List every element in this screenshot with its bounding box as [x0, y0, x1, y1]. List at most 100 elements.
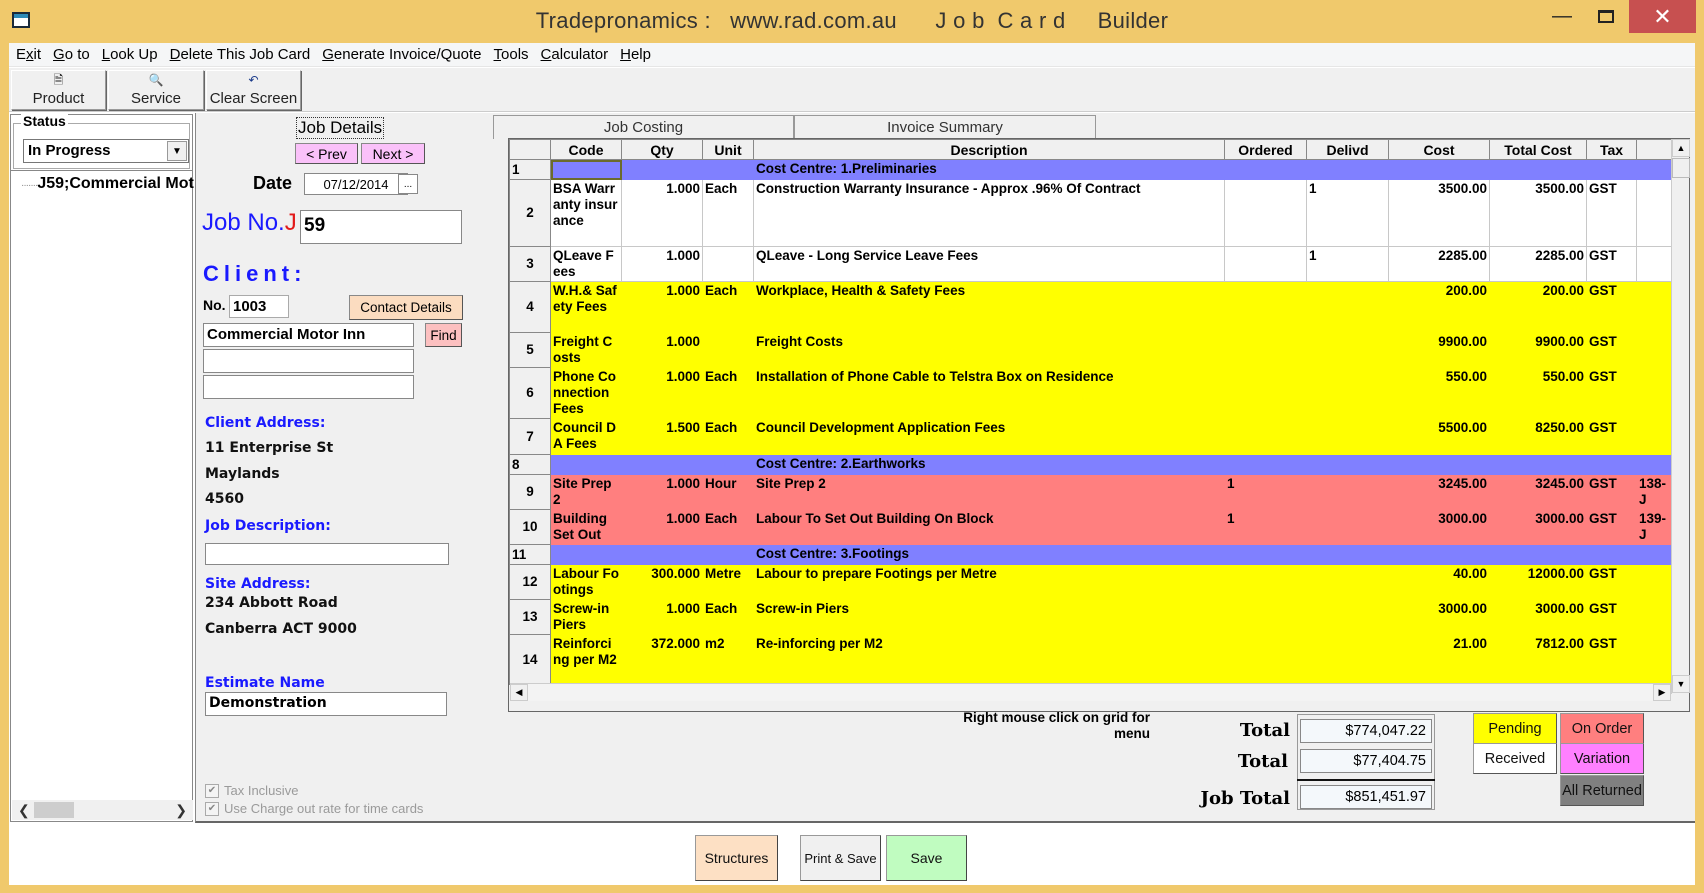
unit-cell[interactable] — [702, 246, 754, 282]
delivd-cell[interactable] — [1306, 634, 1389, 685]
row-number[interactable]: 4 — [509, 281, 551, 333]
qty-cell[interactable]: 1.000 — [621, 332, 703, 368]
client-line3-field[interactable] — [203, 375, 414, 399]
total-cost-cell[interactable]: 200.00 — [1489, 281, 1587, 333]
column-header-description[interactable]: Description — [753, 139, 1225, 160]
column-header-ordered[interactable]: Ordered — [1224, 139, 1307, 160]
ordered-cell[interactable] — [1224, 634, 1307, 685]
close-button[interactable]: ✕ — [1629, 0, 1696, 33]
tax-cell[interactable]: GST — [1586, 418, 1637, 455]
ordered-cell[interactable] — [1224, 599, 1307, 635]
cost-centre-label[interactable]: Cost Centre: 3.Footings — [753, 544, 1672, 565]
extra-cell[interactable]: 139-J — [1636, 509, 1672, 545]
next-button[interactable]: Next > — [361, 143, 425, 164]
cost-centre-row[interactable]: 11 Cost Centre: 3.Footings — [509, 544, 1672, 565]
tax-cell[interactable]: GST — [1586, 367, 1637, 419]
unit-cell[interactable]: Each — [702, 179, 754, 247]
row-number[interactable]: 1 — [509, 159, 551, 180]
column-header-unit[interactable]: Unit — [702, 139, 754, 160]
row-number[interactable]: 2 — [509, 179, 551, 247]
grid-vertical-scrollbar[interactable]: ▲ ▼ — [1671, 139, 1690, 694]
row-number[interactable]: 7 — [509, 418, 551, 455]
delivd-cell[interactable]: 1 — [1306, 246, 1389, 282]
prev-button[interactable]: < Prev — [295, 143, 358, 164]
tax-cell[interactable]: GST — [1586, 474, 1637, 510]
code-cell[interactable]: QLeave Fees — [550, 246, 622, 282]
total-cost-cell[interactable]: 12000.00 — [1489, 564, 1587, 600]
column-header-delivd[interactable]: Delivd — [1306, 139, 1389, 160]
client-line2-field[interactable] — [203, 349, 414, 373]
minimize-button[interactable]: — — [1540, 0, 1584, 33]
table-row[interactable]: 5 Freight Costs 1.000 Freight Costs 9900.00 9… — [509, 332, 1672, 368]
product-button[interactable]: 🗎 Product — [11, 70, 106, 110]
description-cell[interactable]: Construction Warranty Insurance - Approx… — [753, 179, 1225, 247]
tax-cell[interactable]: GST — [1586, 599, 1637, 635]
empty-cell[interactable] — [621, 544, 754, 565]
scroll-left-icon[interactable]: ❮ — [18, 802, 30, 819]
delivd-cell[interactable] — [1306, 281, 1389, 333]
job-costing-grid[interactable]: Code Qty Unit Description Ordered Delivd… — [508, 138, 1690, 712]
delivd-cell[interactable] — [1306, 367, 1389, 419]
code-cell[interactable]: BSA Warranty insurance — [550, 179, 622, 247]
client-no-field[interactable]: 1003 — [229, 295, 289, 318]
row-number[interactable]: 9 — [509, 474, 551, 510]
unit-cell[interactable]: Each — [702, 281, 754, 333]
row-number[interactable]: 6 — [509, 367, 551, 419]
qty-cell[interactable]: 300.000 — [621, 564, 703, 600]
tax-cell[interactable]: GST — [1586, 509, 1637, 545]
job-tree-item[interactable]: ·······J59;Commercial Mot — [21, 175, 194, 193]
description-cell[interactable]: Site Prep 2 — [753, 474, 1225, 510]
tax-inclusive-checkbox[interactable]: ✔ Tax Inclusive — [205, 783, 298, 798]
job-description-field[interactable] — [205, 543, 449, 565]
cost-centre-label[interactable]: Cost Centre: 2.Earthworks — [753, 454, 1672, 475]
code-cell[interactable]: Council DA Fees — [550, 418, 622, 455]
tax-cell[interactable]: GST — [1586, 246, 1637, 282]
tax-cell[interactable]: GST — [1586, 332, 1637, 368]
menu-calculator[interactable]: Calculator — [541, 46, 609, 63]
qty-cell[interactable]: 1.000 — [621, 474, 703, 510]
ordered-cell[interactable] — [1224, 332, 1307, 368]
description-cell[interactable]: Freight Costs — [753, 332, 1225, 368]
ordered-cell[interactable]: 1 — [1224, 509, 1307, 545]
empty-cell[interactable] — [621, 159, 754, 180]
tax-cell[interactable]: GST — [1586, 281, 1637, 333]
left-horizontal-scrollbar[interactable]: ❮ ❯ — [12, 800, 193, 820]
column-header-extra[interactable] — [1636, 139, 1672, 160]
menu-help[interactable]: Help — [620, 46, 651, 63]
extra-cell[interactable] — [1636, 281, 1672, 333]
code-cell[interactable] — [550, 454, 622, 475]
unit-cell[interactable]: Each — [702, 367, 754, 419]
scroll-right-icon[interactable]: ❯ — [175, 802, 187, 819]
row-number[interactable]: 14 — [509, 634, 551, 685]
save-button[interactable]: Save — [886, 835, 967, 881]
unit-cell[interactable]: Each — [702, 599, 754, 635]
delivd-cell[interactable] — [1306, 564, 1389, 600]
received-button[interactable]: Received — [1473, 743, 1557, 774]
scroll-thumb[interactable] — [1672, 158, 1690, 178]
menu-generate-invoice[interactable]: Generate Invoice/Quote — [322, 46, 481, 63]
column-header-tax[interactable]: Tax — [1586, 139, 1637, 160]
clear-screen-button[interactable]: ↶ Clear Screen — [206, 70, 301, 110]
qty-cell[interactable]: 1.500 — [621, 418, 703, 455]
table-row[interactable]: 2 BSA Warranty insurance 1.000 Each Construc… — [509, 179, 1672, 247]
pending-button[interactable]: Pending — [1473, 713, 1557, 744]
description-cell[interactable]: Installation of Phone Cable to Telstra B… — [753, 367, 1225, 419]
ordered-cell[interactable] — [1224, 246, 1307, 282]
column-header-cost[interactable]: Cost — [1388, 139, 1490, 160]
extra-cell[interactable] — [1636, 367, 1672, 419]
extra-cell[interactable] — [1636, 599, 1672, 635]
cost-cell[interactable]: 21.00 — [1388, 634, 1490, 685]
total-cost-cell[interactable]: 550.00 — [1489, 367, 1587, 419]
empty-cell[interactable] — [621, 454, 754, 475]
table-row[interactable]: 12 Labour Footings 300.000 Metre Labour to p… — [509, 564, 1672, 600]
qty-cell[interactable]: 1.000 — [621, 367, 703, 419]
contact-details-button[interactable]: Contact Details — [349, 295, 463, 320]
delivd-cell[interactable]: 1 — [1306, 179, 1389, 247]
unit-cell[interactable]: Each — [702, 418, 754, 455]
all-returned-button[interactable]: All Returned — [1560, 775, 1644, 806]
cost-cell[interactable]: 3000.00 — [1388, 599, 1490, 635]
qty-cell[interactable]: 1.000 — [621, 281, 703, 333]
extra-cell[interactable] — [1636, 564, 1672, 600]
on-order-button[interactable]: On Order — [1560, 713, 1644, 744]
total-cost-cell[interactable]: 3000.00 — [1489, 599, 1587, 635]
